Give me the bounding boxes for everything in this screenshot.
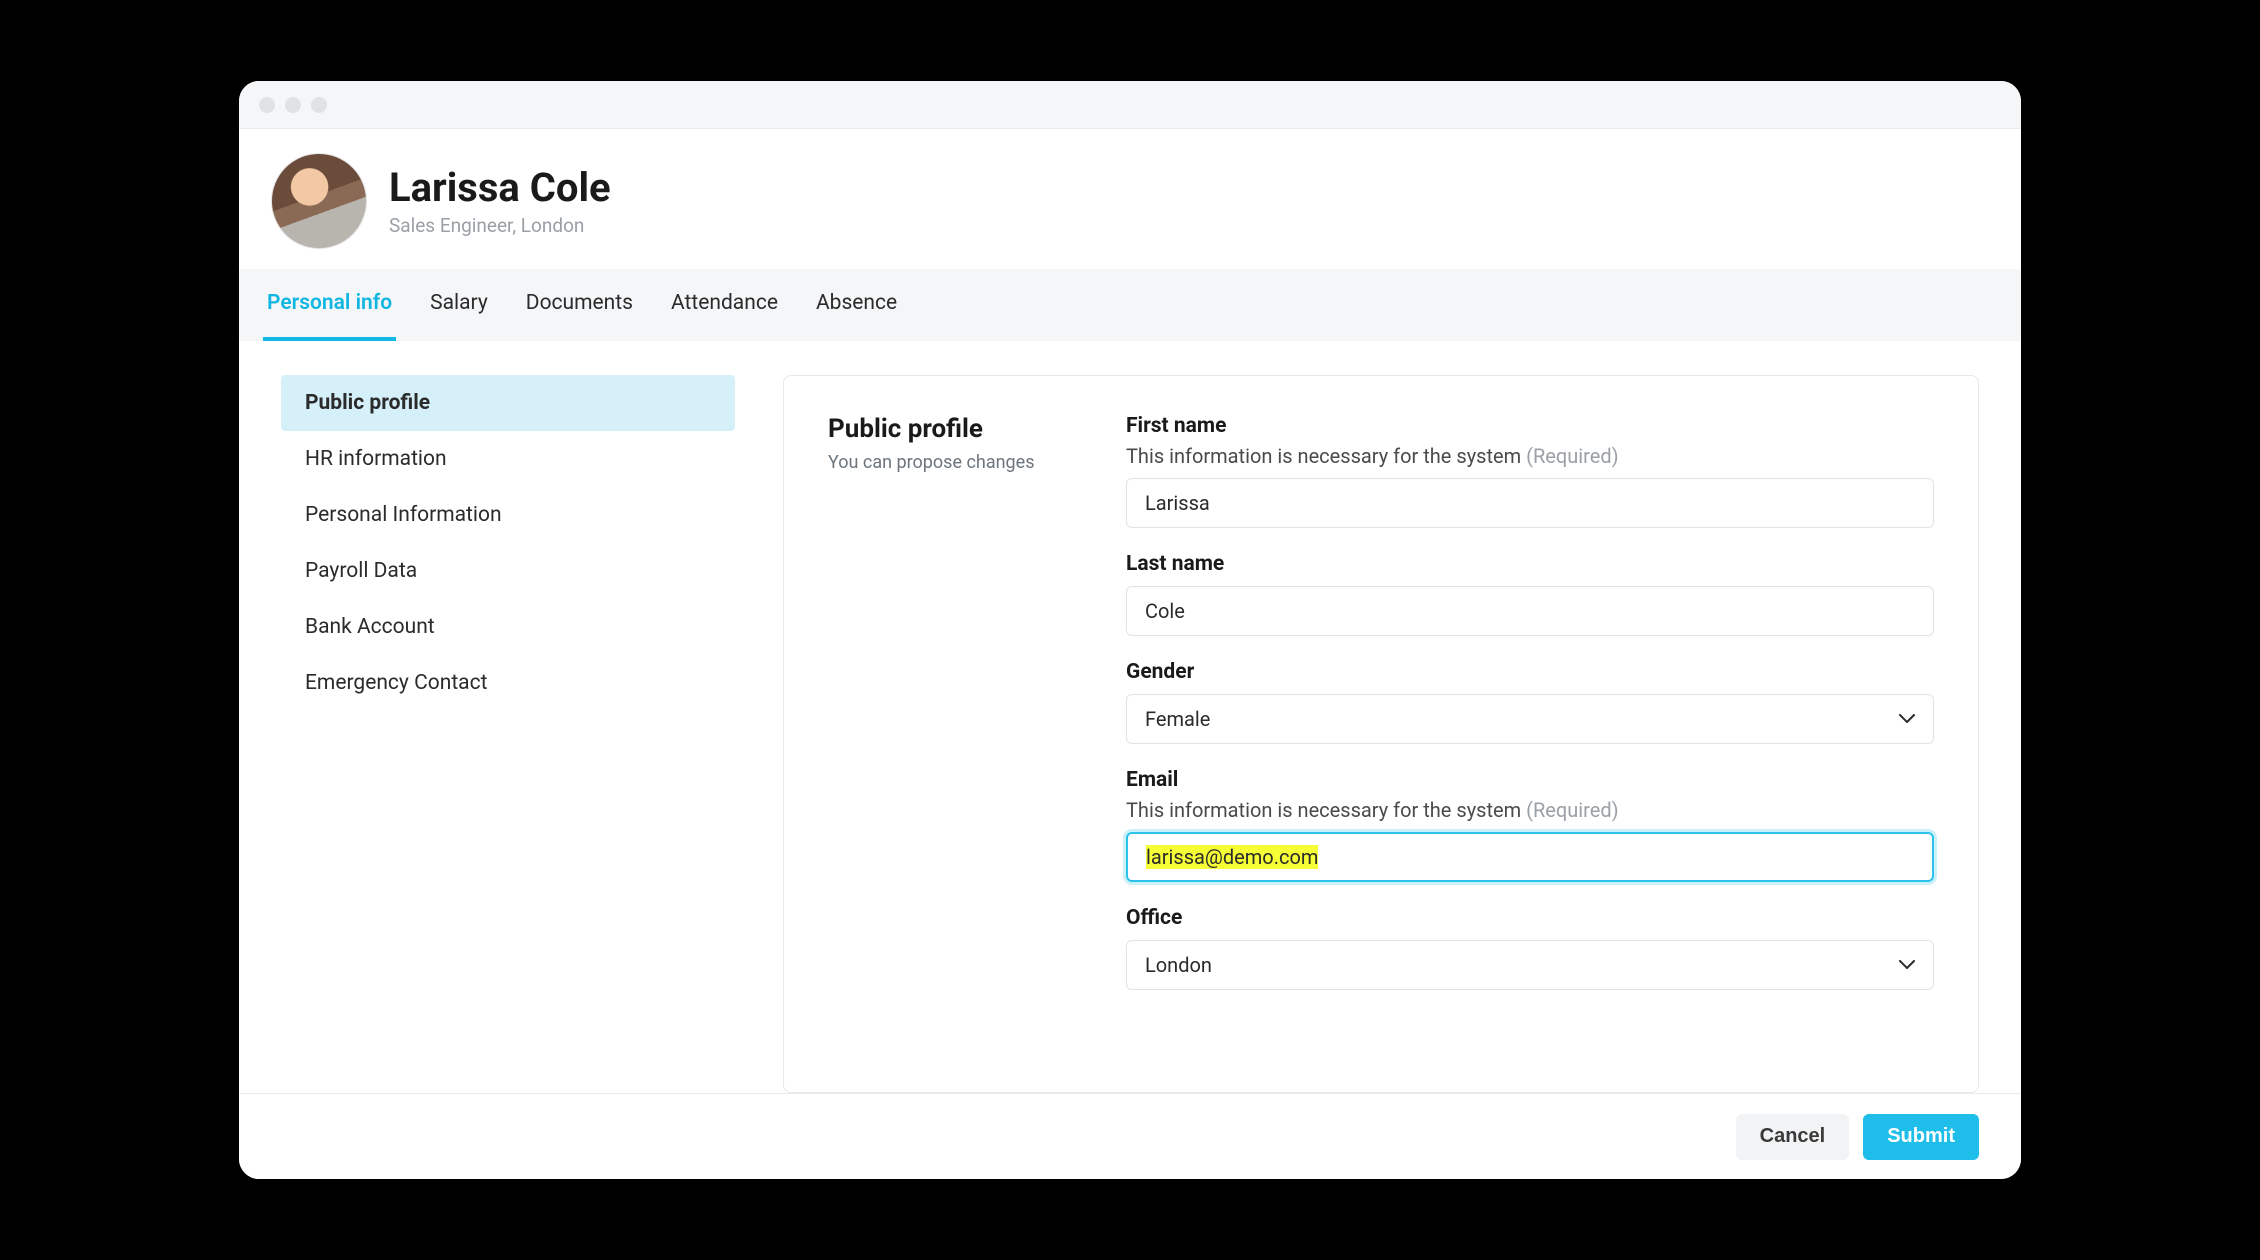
first-name-value: Larissa (1145, 491, 1210, 515)
office-value: London (1145, 953, 1212, 977)
office-label: Office (1126, 906, 1934, 930)
first-name-label: First name (1126, 414, 1934, 438)
first-name-desc-text: This information is necessary for the sy… (1126, 444, 1521, 468)
tab-documents[interactable]: Documents (522, 269, 637, 341)
window-dot (259, 97, 275, 113)
tab-salary[interactable]: Salary (426, 269, 492, 341)
field-first-name: First name This information is necessary… (1126, 414, 1934, 528)
footer: Cancel Submit (239, 1093, 2021, 1179)
field-last-name: Last name Cole (1126, 552, 1934, 636)
field-gender: Gender Female (1126, 660, 1934, 744)
sidebar-item-payroll-data[interactable]: Payroll Data (281, 543, 735, 599)
avatar (271, 153, 367, 249)
last-name-input[interactable]: Cole (1126, 586, 1934, 636)
gender-select[interactable]: Female (1126, 694, 1934, 744)
tab-absence[interactable]: Absence (812, 269, 901, 341)
app-window: Larissa Cole Sales Engineer, London Pers… (239, 81, 2021, 1179)
field-email: Email This information is necessary for … (1126, 768, 1934, 882)
gender-value: Female (1145, 707, 1210, 731)
first-name-required: (Required) (1526, 444, 1618, 468)
panel-subtitle: You can propose changes (828, 452, 1080, 473)
last-name-value: Cole (1145, 599, 1185, 623)
tab-personal-info[interactable]: Personal info (263, 269, 396, 341)
panel-header: Public profile You can propose changes (828, 414, 1080, 1054)
panel-title: Public profile (828, 414, 1080, 444)
email-label: Email (1126, 768, 1934, 792)
email-desc-text: This information is necessary for the sy… (1126, 798, 1521, 822)
sidebar: Public profile HR information Personal I… (281, 375, 735, 1093)
gender-label: Gender (1126, 660, 1934, 684)
cancel-button[interactable]: Cancel (1736, 1114, 1850, 1160)
user-subtitle: Sales Engineer, London (389, 214, 611, 237)
profile-header: Larissa Cole Sales Engineer, London (239, 129, 2021, 269)
tab-attendance[interactable]: Attendance (667, 269, 782, 341)
sidebar-item-personal-information[interactable]: Personal Information (281, 487, 735, 543)
email-desc: This information is necessary for the sy… (1126, 798, 1934, 822)
form: First name This information is necessary… (1126, 414, 1934, 1054)
email-input[interactable]: larissa@demo.com (1126, 832, 1934, 882)
form-panel: Public profile You can propose changes F… (783, 375, 1979, 1093)
sidebar-item-public-profile[interactable]: Public profile (281, 375, 735, 431)
sidebar-item-hr-information[interactable]: HR information (281, 431, 735, 487)
submit-button[interactable]: Submit (1863, 1114, 1979, 1160)
sidebar-item-bank-account[interactable]: Bank Account (281, 599, 735, 655)
email-required: (Required) (1526, 798, 1618, 822)
tab-bar: Personal info Salary Documents Attendanc… (239, 269, 2021, 341)
office-select[interactable]: London (1126, 940, 1934, 990)
sidebar-item-emergency-contact[interactable]: Emergency Contact (281, 655, 735, 711)
titlebar (239, 81, 2021, 129)
content: Public profile HR information Personal I… (239, 341, 2021, 1093)
window-dot (285, 97, 301, 113)
email-value: larissa@demo.com (1146, 845, 1318, 869)
field-office: Office London (1126, 906, 1934, 990)
window-dot (311, 97, 327, 113)
profile-header-text: Larissa Cole Sales Engineer, London (389, 166, 611, 237)
last-name-label: Last name (1126, 552, 1934, 576)
first-name-desc: This information is necessary for the sy… (1126, 444, 1934, 468)
first-name-input[interactable]: Larissa (1126, 478, 1934, 528)
user-name: Larissa Cole (389, 166, 611, 210)
